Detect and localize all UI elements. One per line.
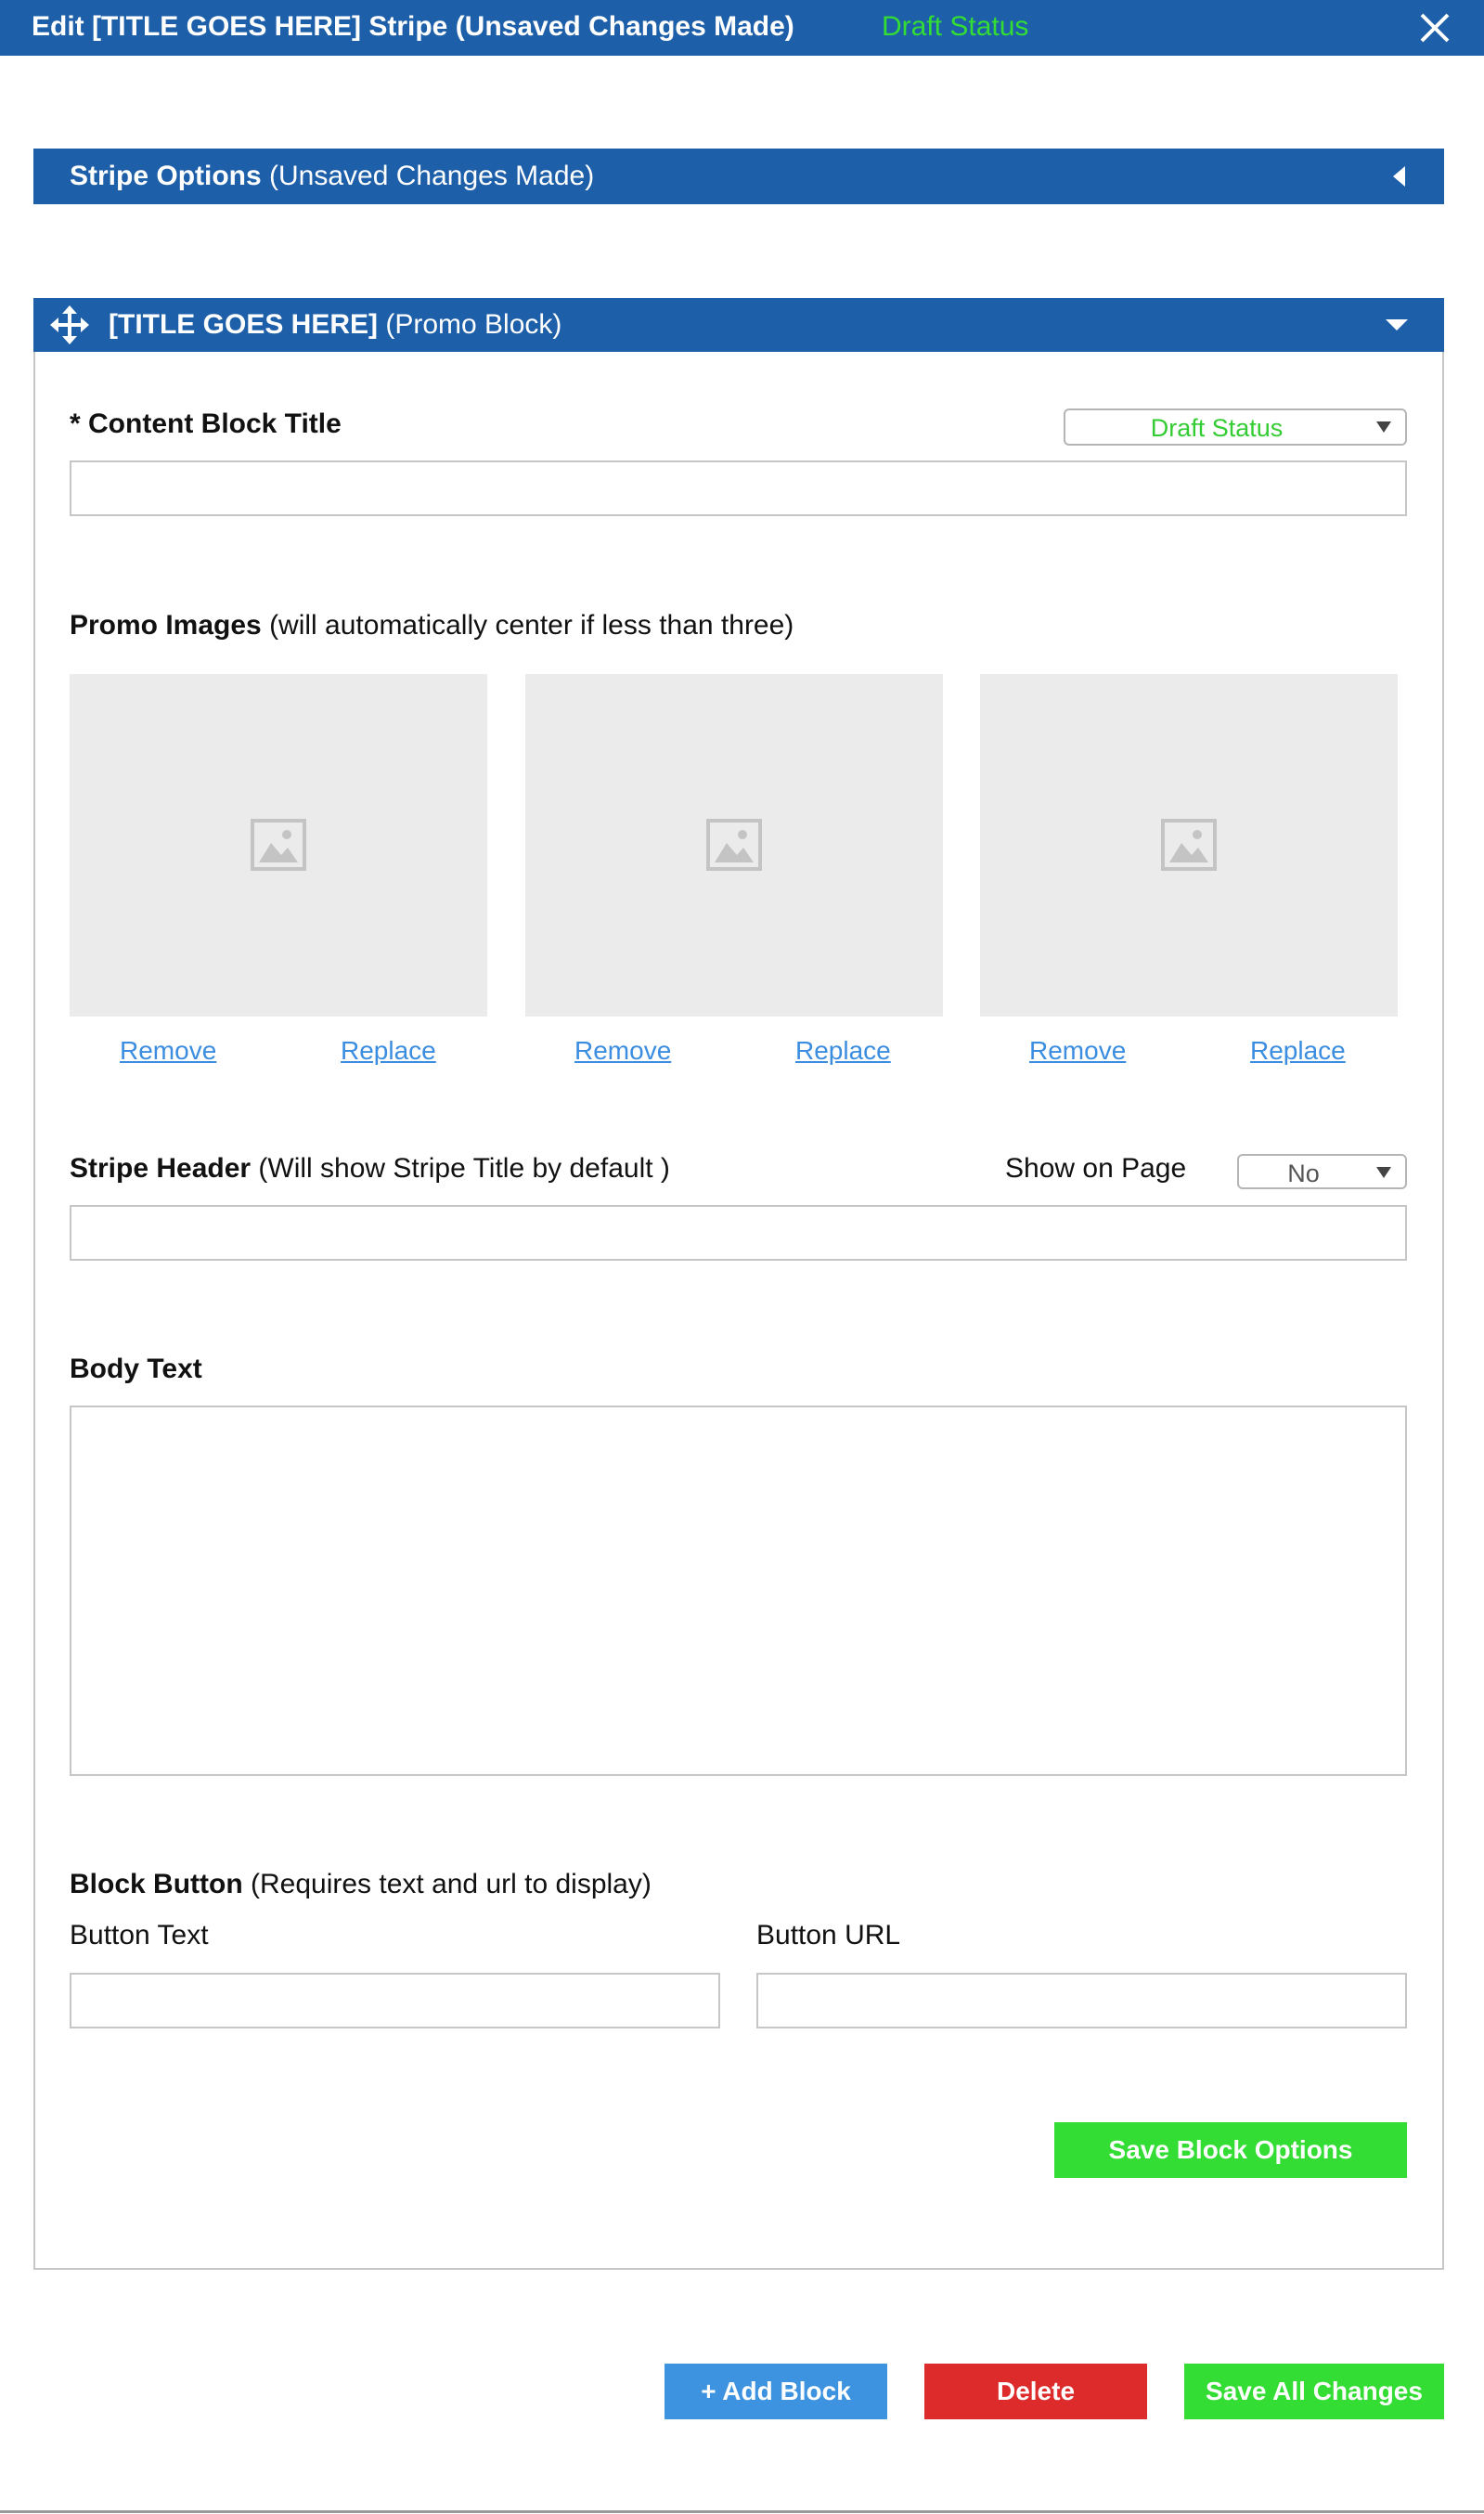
replace-image-1-link[interactable]: Replace: [341, 1036, 436, 1066]
content-block-title-input[interactable]: [70, 460, 1407, 516]
show-on-page-value: No: [1287, 1160, 1320, 1187]
button-url-input[interactable]: [756, 1973, 1407, 2028]
remove-image-2-link[interactable]: Remove: [574, 1036, 671, 1066]
promo-image-2[interactable]: [525, 674, 943, 1017]
button-text-label: Button Text: [70, 1920, 209, 1950]
stripe-options-header[interactable]: Stripe Options (Unsaved Changes Made): [33, 149, 1444, 204]
add-block-button[interactable]: + Add Block: [665, 2364, 887, 2419]
remove-image-3-link[interactable]: Remove: [1029, 1036, 1126, 1066]
stripe-header-input[interactable]: [70, 1205, 1407, 1261]
button-url-label: Button URL: [756, 1920, 901, 1950]
replace-image-2-link[interactable]: Replace: [795, 1036, 891, 1066]
show-on-page-label: Show on Page: [1005, 1153, 1187, 1184]
promo-block-title: [TITLE GOES HERE] (Promo Block): [109, 309, 562, 340]
window-status: Draft Status: [882, 11, 1029, 42]
stripe-options-title: Stripe Options (Unsaved Changes Made): [70, 161, 595, 191]
stripe-header-label: Stripe Header (Will show Stripe Title by…: [70, 1153, 670, 1184]
status-select[interactable]: Draft Status: [1064, 408, 1407, 446]
promo-image-1[interactable]: [70, 674, 487, 1017]
window-title-bar: Edit [TITLE GOES HERE] Stripe (Unsaved C…: [0, 0, 1484, 56]
select-arrow-icon: [1376, 1167, 1391, 1178]
image-placeholder-icon: [706, 819, 762, 871]
caret-down-icon[interactable]: [1383, 311, 1411, 339]
button-text-input[interactable]: [70, 1973, 720, 2028]
delete-button[interactable]: Delete: [924, 2364, 1147, 2419]
caret-left-icon[interactable]: [1387, 162, 1414, 190]
content-block-title-label: * Content Block Title: [70, 408, 342, 439]
move-icon[interactable]: [50, 305, 89, 344]
replace-image-3-link[interactable]: Replace: [1250, 1036, 1346, 1066]
remove-image-1-link[interactable]: Remove: [120, 1036, 216, 1066]
image-placeholder-icon: [1161, 819, 1217, 871]
select-arrow-icon: [1376, 421, 1391, 433]
image-placeholder-icon: [251, 819, 306, 871]
close-icon[interactable]: [1414, 7, 1455, 48]
body-text-label: Body Text: [70, 1354, 202, 1384]
promo-image-3[interactable]: [980, 674, 1398, 1017]
window-title: Edit [TITLE GOES HERE] Stripe (Unsaved C…: [32, 11, 794, 42]
promo-block-header[interactable]: [TITLE GOES HERE] (Promo Block): [33, 298, 1444, 352]
status-select-value: Draft Status: [1150, 414, 1284, 442]
body-text-textarea[interactable]: [70, 1406, 1407, 1776]
save-all-changes-button[interactable]: Save All Changes: [1184, 2364, 1444, 2419]
show-on-page-select[interactable]: No: [1237, 1154, 1407, 1189]
promo-images-label: Promo Images (will automatically center …: [70, 610, 794, 641]
save-block-options-button[interactable]: Save Block Options: [1054, 2122, 1407, 2178]
bottom-divider: [0, 2510, 1484, 2513]
block-button-label: Block Button (Requires text and url to d…: [70, 1869, 652, 1899]
